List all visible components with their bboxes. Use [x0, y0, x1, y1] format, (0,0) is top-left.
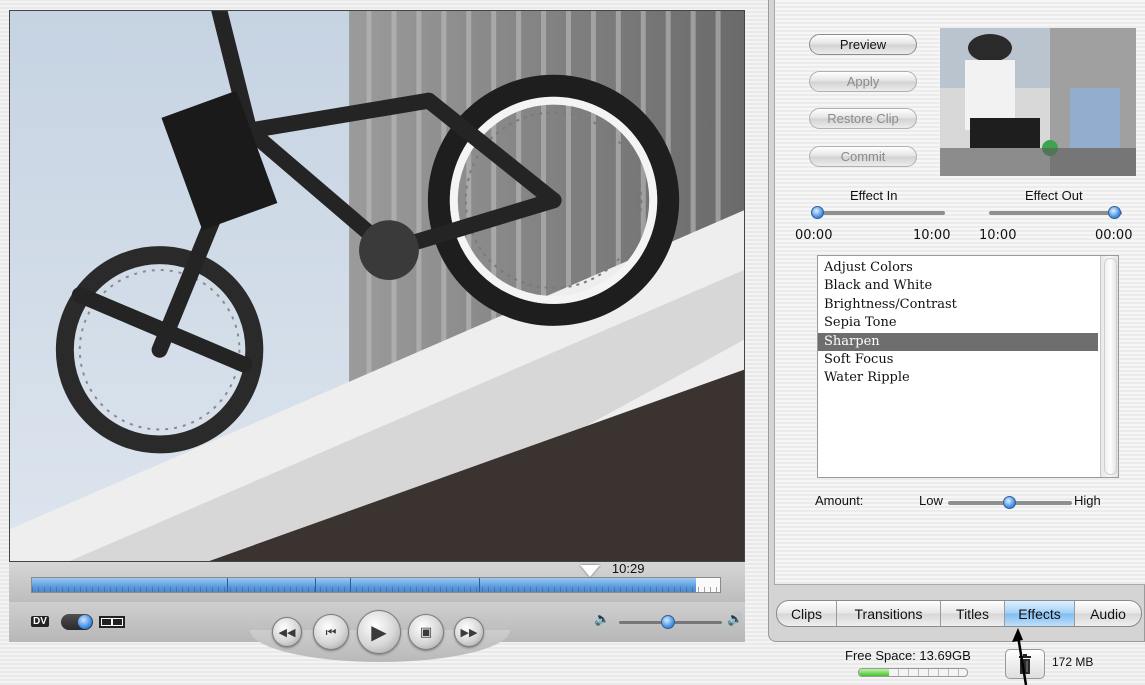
effect-list-item[interactable]: Adjust Colors — [818, 259, 1098, 277]
monitor-window: 10:29 DV 🔈 🔊 ◀◀ ⏮ ▶ ▣ ▶▶ — [0, 0, 760, 685]
amount-control: Amount: Low High — [815, 492, 1135, 512]
effects-list-items: Adjust Colors Black and White Brightness/C… — [818, 256, 1118, 388]
preview-button[interactable]: Preview — [809, 34, 917, 55]
effect-in-knob[interactable] — [810, 206, 824, 219]
effect-list-item[interactable]: Black and White — [818, 277, 1098, 295]
play-button[interactable]: ▶ — [357, 610, 401, 654]
restore-clip-button[interactable]: Restore Clip — [809, 108, 917, 129]
mode-toggle-knob — [78, 615, 92, 629]
scrub-bar[interactable] — [31, 577, 721, 593]
current-timecode: 10:29 — [611, 561, 645, 576]
scrubber-area: 10:29 — [9, 561, 745, 602]
previous-icon: ⏮ — [325, 624, 337, 639]
volume-slider-knob[interactable] — [661, 615, 676, 629]
amount-low-label: Low — [919, 493, 943, 508]
previous-button[interactable]: ⏮ — [313, 614, 349, 650]
free-space-meter-fill — [859, 669, 890, 676]
play-icon: ▶ — [371, 620, 387, 644]
clip-boundary — [479, 578, 481, 592]
effects-list[interactable]: Adjust Colors Black and White Brightness/C… — [817, 255, 1119, 478]
effects-panel-content: Preview Apply Restore Clip Commit Effect… — [774, 0, 1145, 585]
effect-list-item[interactable]: Sepia Tone — [818, 314, 1098, 332]
effect-list-item[interactable]: Brightness/Contrast — [818, 296, 1098, 314]
apply-button[interactable]: Apply — [809, 71, 917, 92]
amount-high-label: High — [1074, 493, 1101, 508]
fast-forward-icon: ▶▶ — [460, 625, 478, 639]
effect-preview-thumbnail — [940, 28, 1136, 176]
amount-slider-knob[interactable] — [1003, 496, 1016, 509]
trash-size-label: 172 MB — [1052, 655, 1094, 669]
tab-audio[interactable]: Audio — [1075, 601, 1141, 626]
video-frame — [10, 11, 744, 561]
free-space-label: Free Space: 13.69GB — [845, 648, 971, 663]
clip-boundary — [350, 578, 352, 592]
volume-control: 🔈 🔊 — [594, 612, 744, 632]
playhead-marker[interactable] — [579, 565, 600, 577]
volume-high-icon: 🔊 — [727, 612, 744, 627]
mouse-pointer-arrow-icon — [1012, 628, 1028, 685]
effects-list-scrollbar[interactable] — [1100, 256, 1118, 477]
tab-titles[interactable]: Titles — [941, 601, 1005, 626]
effect-out-label: Effect Out — [1025, 188, 1083, 203]
effect-out-min: 10:00 — [979, 228, 1017, 243]
camera-mode-toggle[interactable] — [61, 614, 93, 630]
tab-clips[interactable]: Clips — [777, 601, 837, 626]
tab-transitions[interactable]: Transitions — [837, 601, 941, 626]
scrub-bar-ticks — [32, 587, 720, 592]
effect-list-item[interactable]: Sharpen — [818, 332, 1098, 351]
volume-low-icon: 🔈 — [594, 612, 611, 627]
pane-tabs: Clips Transitions Titles Effects Audio — [776, 600, 1142, 627]
effect-in-max: 10:00 — [913, 228, 951, 243]
preview-frame — [940, 28, 1136, 176]
video-viewer[interactable] — [9, 10, 745, 562]
amount-label: Amount: — [815, 493, 864, 508]
fullscreen-play-icon: ▣ — [419, 624, 433, 640]
free-space-meter — [858, 668, 968, 677]
dv-camera-icon: DV — [31, 616, 49, 627]
clip-boundary — [314, 578, 316, 592]
tab-effects[interactable]: Effects — [1005, 601, 1075, 626]
effect-out-knob[interactable] — [1108, 206, 1122, 219]
fullscreen-play-button[interactable]: ▣ — [408, 614, 444, 650]
effect-in-label: Effect In — [850, 188, 898, 203]
rewind-icon: ◀◀ — [278, 625, 296, 639]
effect-list-item[interactable]: Soft Focus — [818, 351, 1098, 369]
effect-list-item[interactable]: Water Ripple — [818, 369, 1098, 387]
effect-out-max: 00:00 — [1095, 228, 1133, 243]
effect-in-min: 00:00 — [795, 228, 833, 243]
rewind-button[interactable]: ◀◀ — [272, 617, 302, 647]
effects-panel: Preview Apply Restore Clip Commit Effect… — [768, 0, 1145, 642]
commit-button[interactable]: Commit — [809, 146, 917, 167]
amount-slider[interactable] — [948, 496, 1072, 509]
edit-mode-icon — [99, 616, 125, 628]
clip-boundary — [226, 578, 228, 592]
fast-forward-button[interactable]: ▶▶ — [454, 617, 484, 647]
effect-out-slider[interactable] — [989, 206, 1122, 219]
effect-in-slider[interactable] — [810, 206, 945, 219]
